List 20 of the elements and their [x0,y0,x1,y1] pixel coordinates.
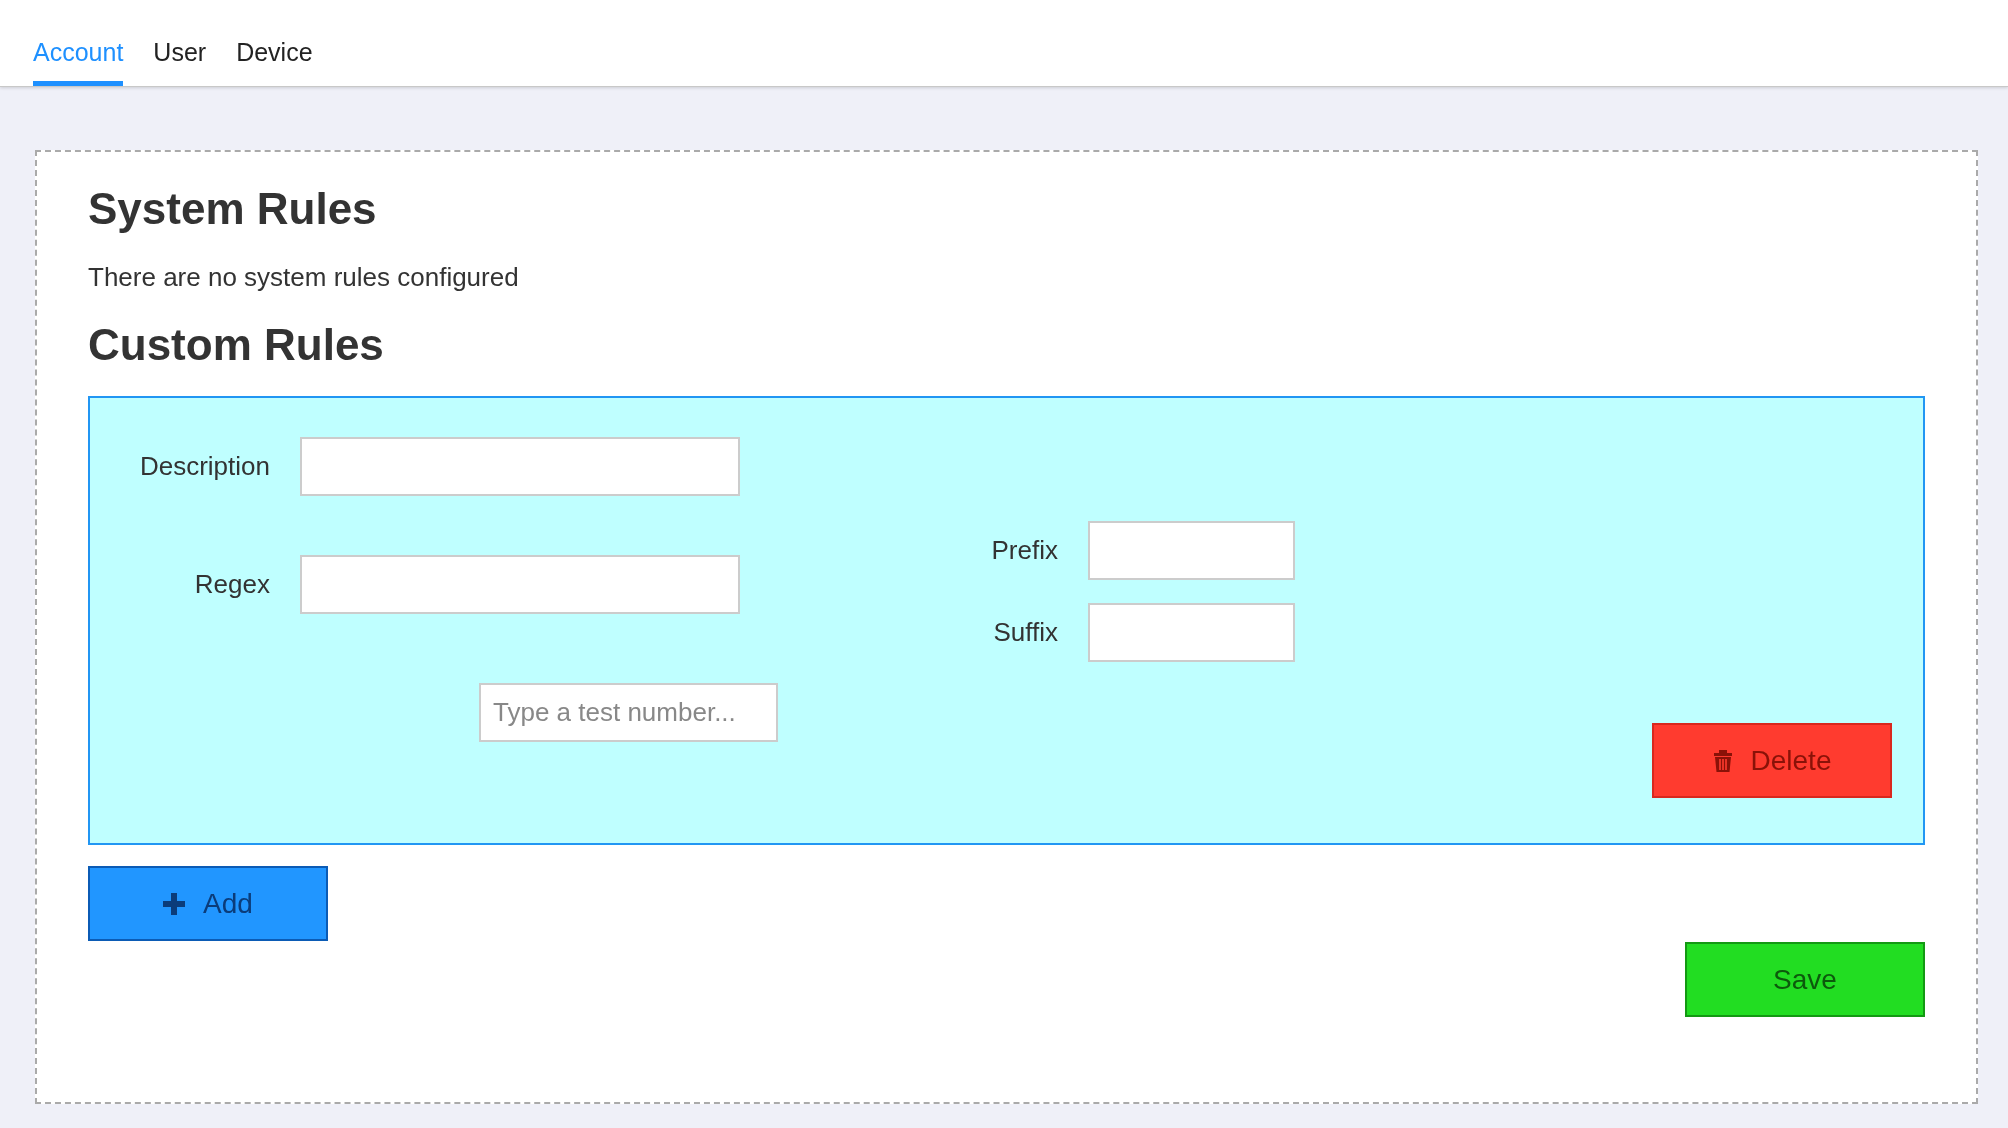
trash-icon [1712,748,1733,773]
save-button[interactable]: Save [1685,942,1925,1017]
suffix-field[interactable] [1088,603,1295,662]
add-button[interactable]: Add [88,866,328,941]
prefix-field[interactable] [1088,521,1295,580]
test-number-field[interactable]: Type a test number... [479,683,778,742]
delete-button[interactable]: Delete [1652,723,1892,798]
plus-icon [163,892,186,915]
section-heading: System Rules [88,183,378,235]
section-heading: Custom Rules [88,319,385,371]
description-field[interactable] [300,437,740,496]
field-label: Regex [193,569,270,600]
tab[interactable]: User [153,38,207,86]
field-label: Suffix [992,617,1058,648]
regex-field[interactable] [300,555,740,614]
field-label: Description [138,451,270,482]
tab[interactable]: Device [236,38,313,86]
tab[interactable]: Account [33,38,124,86]
field-label: Prefix [990,535,1058,566]
empty-message: There are no system rules configured [88,261,520,294]
